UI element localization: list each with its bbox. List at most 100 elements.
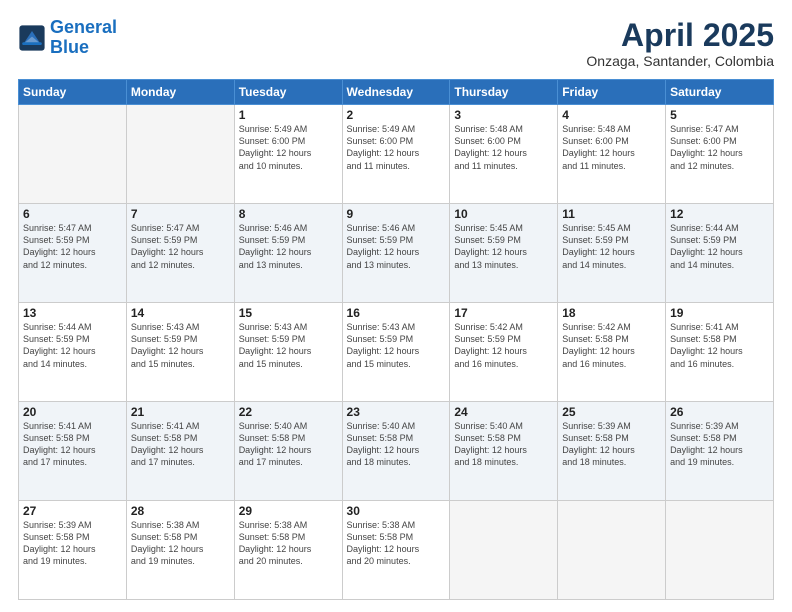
day-cell: 22Sunrise: 5:40 AM Sunset: 5:58 PM Dayli… [234,402,342,501]
week-row-3: 13Sunrise: 5:44 AM Sunset: 5:59 PM Dayli… [19,303,774,402]
day-number: 15 [239,306,338,320]
day-cell: 27Sunrise: 5:39 AM Sunset: 5:58 PM Dayli… [19,501,127,600]
day-info: Sunrise: 5:40 AM Sunset: 5:58 PM Dayligh… [347,420,446,469]
day-number: 24 [454,405,553,419]
logo: General Blue [18,18,117,58]
week-row-4: 20Sunrise: 5:41 AM Sunset: 5:58 PM Dayli… [19,402,774,501]
day-cell: 11Sunrise: 5:45 AM Sunset: 5:59 PM Dayli… [558,204,666,303]
day-number: 8 [239,207,338,221]
week-row-1: 1Sunrise: 5:49 AM Sunset: 6:00 PM Daylig… [19,105,774,204]
day-number: 23 [347,405,446,419]
weekday-header-thursday: Thursday [450,80,558,105]
day-info: Sunrise: 5:46 AM Sunset: 5:59 PM Dayligh… [347,222,446,271]
header: General Blue April 2025 Onzaga, Santande… [18,18,774,69]
day-cell: 7Sunrise: 5:47 AM Sunset: 5:59 PM Daylig… [126,204,234,303]
day-number: 13 [23,306,122,320]
day-info: Sunrise: 5:39 AM Sunset: 5:58 PM Dayligh… [670,420,769,469]
day-info: Sunrise: 5:43 AM Sunset: 5:59 PM Dayligh… [347,321,446,370]
day-info: Sunrise: 5:48 AM Sunset: 6:00 PM Dayligh… [454,123,553,172]
day-number: 17 [454,306,553,320]
day-cell: 30Sunrise: 5:38 AM Sunset: 5:58 PM Dayli… [342,501,450,600]
day-info: Sunrise: 5:45 AM Sunset: 5:59 PM Dayligh… [562,222,661,271]
day-cell: 1Sunrise: 5:49 AM Sunset: 6:00 PM Daylig… [234,105,342,204]
day-number: 2 [347,108,446,122]
day-number: 12 [670,207,769,221]
day-cell: 4Sunrise: 5:48 AM Sunset: 6:00 PM Daylig… [558,105,666,204]
day-number: 5 [670,108,769,122]
day-cell: 17Sunrise: 5:42 AM Sunset: 5:59 PM Dayli… [450,303,558,402]
day-info: Sunrise: 5:43 AM Sunset: 5:59 PM Dayligh… [239,321,338,370]
day-cell [666,501,774,600]
day-cell: 15Sunrise: 5:43 AM Sunset: 5:59 PM Dayli… [234,303,342,402]
weekday-header-sunday: Sunday [19,80,127,105]
week-row-2: 6Sunrise: 5:47 AM Sunset: 5:59 PM Daylig… [19,204,774,303]
day-cell: 3Sunrise: 5:48 AM Sunset: 6:00 PM Daylig… [450,105,558,204]
day-info: Sunrise: 5:41 AM Sunset: 5:58 PM Dayligh… [131,420,230,469]
day-cell: 6Sunrise: 5:47 AM Sunset: 5:59 PM Daylig… [19,204,127,303]
day-number: 27 [23,504,122,518]
day-info: Sunrise: 5:39 AM Sunset: 5:58 PM Dayligh… [562,420,661,469]
day-cell: 29Sunrise: 5:38 AM Sunset: 5:58 PM Dayli… [234,501,342,600]
weekday-header-saturday: Saturday [666,80,774,105]
day-number: 19 [670,306,769,320]
day-info: Sunrise: 5:49 AM Sunset: 6:00 PM Dayligh… [347,123,446,172]
day-info: Sunrise: 5:44 AM Sunset: 5:59 PM Dayligh… [23,321,122,370]
day-cell: 21Sunrise: 5:41 AM Sunset: 5:58 PM Dayli… [126,402,234,501]
day-cell: 18Sunrise: 5:42 AM Sunset: 5:58 PM Dayli… [558,303,666,402]
day-number: 11 [562,207,661,221]
day-number: 1 [239,108,338,122]
day-number: 29 [239,504,338,518]
logo-line1: General [50,17,117,37]
day-number: 26 [670,405,769,419]
day-cell: 12Sunrise: 5:44 AM Sunset: 5:59 PM Dayli… [666,204,774,303]
day-cell: 25Sunrise: 5:39 AM Sunset: 5:58 PM Dayli… [558,402,666,501]
month-title: April 2025 [586,18,774,53]
day-number: 28 [131,504,230,518]
day-cell: 19Sunrise: 5:41 AM Sunset: 5:58 PM Dayli… [666,303,774,402]
title-block: April 2025 Onzaga, Santander, Colombia [586,18,774,69]
day-number: 21 [131,405,230,419]
day-number: 3 [454,108,553,122]
day-number: 30 [347,504,446,518]
day-info: Sunrise: 5:41 AM Sunset: 5:58 PM Dayligh… [23,420,122,469]
weekday-header-wednesday: Wednesday [342,80,450,105]
day-info: Sunrise: 5:41 AM Sunset: 5:58 PM Dayligh… [670,321,769,370]
day-cell: 2Sunrise: 5:49 AM Sunset: 6:00 PM Daylig… [342,105,450,204]
day-cell: 5Sunrise: 5:47 AM Sunset: 6:00 PM Daylig… [666,105,774,204]
day-info: Sunrise: 5:48 AM Sunset: 6:00 PM Dayligh… [562,123,661,172]
day-info: Sunrise: 5:40 AM Sunset: 5:58 PM Dayligh… [239,420,338,469]
day-info: Sunrise: 5:47 AM Sunset: 5:59 PM Dayligh… [131,222,230,271]
day-cell: 8Sunrise: 5:46 AM Sunset: 5:59 PM Daylig… [234,204,342,303]
day-info: Sunrise: 5:49 AM Sunset: 6:00 PM Dayligh… [239,123,338,172]
day-cell [558,501,666,600]
day-cell: 20Sunrise: 5:41 AM Sunset: 5:58 PM Dayli… [19,402,127,501]
day-info: Sunrise: 5:44 AM Sunset: 5:59 PM Dayligh… [670,222,769,271]
weekday-header-friday: Friday [558,80,666,105]
day-cell: 24Sunrise: 5:40 AM Sunset: 5:58 PM Dayli… [450,402,558,501]
day-info: Sunrise: 5:45 AM Sunset: 5:59 PM Dayligh… [454,222,553,271]
day-info: Sunrise: 5:38 AM Sunset: 5:58 PM Dayligh… [131,519,230,568]
day-number: 14 [131,306,230,320]
weekday-header-row: SundayMondayTuesdayWednesdayThursdayFrid… [19,80,774,105]
logo-icon [18,24,46,52]
day-info: Sunrise: 5:39 AM Sunset: 5:58 PM Dayligh… [23,519,122,568]
day-cell: 23Sunrise: 5:40 AM Sunset: 5:58 PM Dayli… [342,402,450,501]
day-number: 16 [347,306,446,320]
day-number: 20 [23,405,122,419]
location-subtitle: Onzaga, Santander, Colombia [586,53,774,69]
weekday-header-monday: Monday [126,80,234,105]
page: General Blue April 2025 Onzaga, Santande… [0,0,792,612]
day-cell: 16Sunrise: 5:43 AM Sunset: 5:59 PM Dayli… [342,303,450,402]
calendar: SundayMondayTuesdayWednesdayThursdayFrid… [18,79,774,600]
day-info: Sunrise: 5:40 AM Sunset: 5:58 PM Dayligh… [454,420,553,469]
day-info: Sunrise: 5:46 AM Sunset: 5:59 PM Dayligh… [239,222,338,271]
day-number: 25 [562,405,661,419]
week-row-5: 27Sunrise: 5:39 AM Sunset: 5:58 PM Dayli… [19,501,774,600]
day-cell: 26Sunrise: 5:39 AM Sunset: 5:58 PM Dayli… [666,402,774,501]
day-cell: 28Sunrise: 5:38 AM Sunset: 5:58 PM Dayli… [126,501,234,600]
day-number: 9 [347,207,446,221]
day-info: Sunrise: 5:47 AM Sunset: 6:00 PM Dayligh… [670,123,769,172]
day-info: Sunrise: 5:43 AM Sunset: 5:59 PM Dayligh… [131,321,230,370]
day-cell [450,501,558,600]
day-info: Sunrise: 5:38 AM Sunset: 5:58 PM Dayligh… [347,519,446,568]
